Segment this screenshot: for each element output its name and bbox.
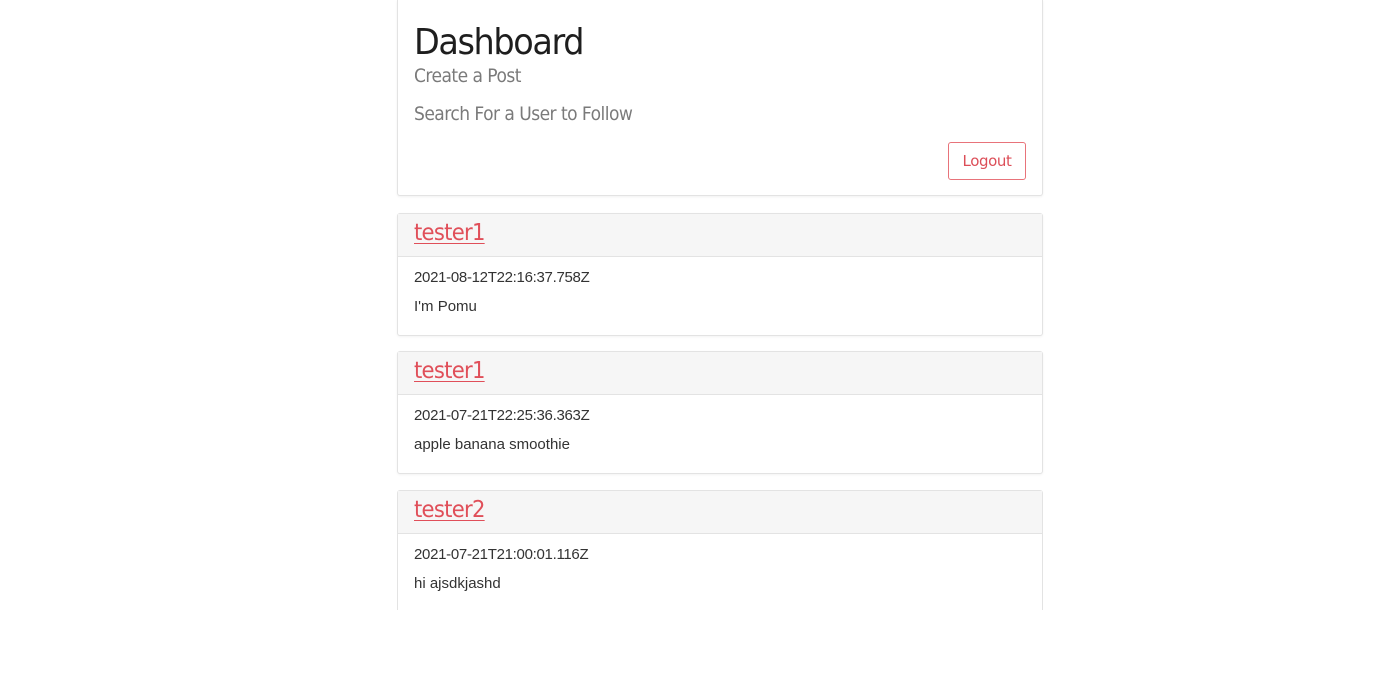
search-user-link[interactable]: Search For a User to Follow xyxy=(414,103,633,125)
post-body: 2021-07-21T22:25:36.363Z apple banana sm… xyxy=(398,395,1042,473)
post-content: apple banana smoothie xyxy=(414,436,570,453)
post-author-link[interactable]: tester1 xyxy=(414,220,485,246)
post-card: tester2 2021-07-21T21:00:01.116Z hi ajsd… xyxy=(397,490,1043,610)
post-header: tester1 xyxy=(398,352,1042,395)
post-header: tester1 xyxy=(398,214,1042,257)
post-card: tester1 2021-07-21T22:25:36.363Z apple b… xyxy=(397,351,1043,474)
dashboard-header-card: Dashboard Create a Post Search For a Use… xyxy=(397,0,1043,196)
page-title: Dashboard xyxy=(414,22,584,63)
post-timestamp: 2021-08-12T22:16:37.758Z xyxy=(414,269,590,286)
post-content: hi ajsdkjashd xyxy=(414,575,501,592)
post-content: I'm Pomu xyxy=(414,298,477,315)
post-body: 2021-07-21T21:00:01.116Z hi ajsdkjashd xyxy=(398,534,1042,612)
post-body: 2021-08-12T22:16:37.758Z I'm Pomu xyxy=(398,257,1042,335)
logout-button[interactable]: Logout xyxy=(948,142,1026,180)
post-author-link[interactable]: tester2 xyxy=(414,497,485,523)
post-card: tester1 2021-08-12T22:16:37.758Z I'm Pom… xyxy=(397,213,1043,336)
post-header: tester2 xyxy=(398,491,1042,534)
dashboard-container: Dashboard Create a Post Search For a Use… xyxy=(397,0,1043,610)
post-timestamp: 2021-07-21T22:25:36.363Z xyxy=(414,407,590,424)
post-timestamp: 2021-07-21T21:00:01.116Z xyxy=(414,546,589,563)
post-author-link[interactable]: tester1 xyxy=(414,358,485,384)
create-post-link[interactable]: Create a Post xyxy=(414,65,521,87)
